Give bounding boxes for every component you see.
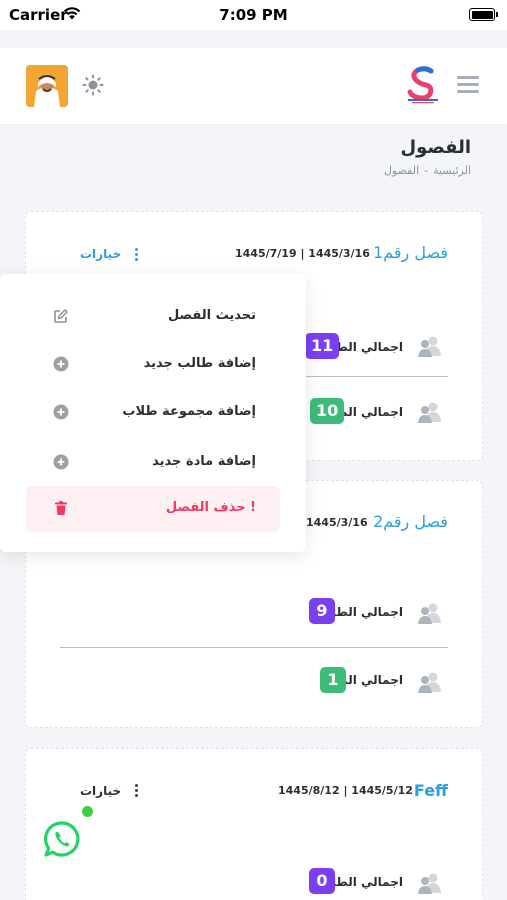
menu-item-label: إضافة مجموعة طلاب — [122, 404, 256, 419]
avatar[interactable] — [26, 65, 68, 107]
people-icon — [418, 672, 441, 693]
kebab-menu-icon[interactable] — [135, 248, 139, 262]
sun-icon[interactable] — [82, 74, 104, 96]
breadcrumb-separator: - — [424, 164, 429, 177]
plus-circle-icon — [53, 404, 69, 420]
class-name[interactable]: فصل رقم2 — [373, 512, 448, 531]
class-options-menu: تحديث الفصل إضافة طالب جديد إضافة مجموعة… — [0, 274, 306, 552]
status-bar: Carrier 7:09 PM — [0, 0, 507, 30]
class-name[interactable]: فصل رقم1 — [373, 243, 448, 262]
trash-icon — [55, 501, 67, 515]
whatsapp-icon[interactable] — [43, 820, 81, 858]
students-count-badge: 0 — [309, 868, 335, 894]
students-count-badge: 9 — [309, 598, 335, 624]
app-header — [0, 48, 507, 124]
battery-icon — [469, 8, 498, 21]
menu-item-update-class[interactable]: تحديث الفصل — [26, 294, 280, 340]
breadcrumb-home[interactable]: الرئيسية — [433, 164, 471, 177]
menu-item-label: إضافة مادة جديد — [152, 454, 256, 469]
class-card: Feff 1445/8/12 | 1445/5/12 خيارات اجمالي… — [25, 748, 483, 900]
students-count-badge: 11 — [305, 333, 340, 359]
breadcrumb-current: الفصول — [383, 164, 420, 177]
page-title: الفصول — [400, 137, 471, 158]
hamburger-menu-icon[interactable] — [457, 76, 479, 94]
menu-item-label: حذف الفصل ! — [165, 500, 256, 515]
class-dates: 1445/8/12 | 1445/5/12 — [278, 784, 413, 797]
plus-circle-icon — [53, 454, 69, 470]
divider — [60, 647, 448, 648]
online-indicator — [82, 806, 93, 817]
menu-item-add-student-group[interactable]: إضافة مجموعة طلاب — [26, 390, 280, 436]
class-dates: 1445/3/16 — [306, 516, 368, 529]
menu-item-label: تحديث الفصل — [167, 308, 256, 323]
subjects-count-badge: 10 — [310, 398, 345, 424]
people-icon — [418, 402, 441, 423]
menu-item-add-subject[interactable]: إضافة مادة جديد — [26, 440, 280, 486]
menu-item-add-student[interactable]: إضافة طالب جديد — [26, 342, 280, 388]
subjects-count-badge: 1 — [320, 667, 346, 693]
options-button[interactable]: خيارات — [80, 247, 121, 261]
breadcrumb: الرئيسية-الفصول — [384, 164, 471, 177]
school-logo — [407, 66, 438, 104]
menu-item-delete-class[interactable]: حذف الفصل ! — [26, 486, 280, 532]
menu-item-label: إضافة طالب جديد — [143, 356, 256, 371]
options-button[interactable]: خيارات — [80, 784, 121, 798]
people-icon — [418, 336, 441, 357]
class-name[interactable]: Feff — [414, 781, 448, 800]
clock: 7:09 PM — [219, 6, 288, 24]
edit-icon — [54, 309, 68, 323]
people-icon — [418, 603, 441, 624]
people-icon — [418, 873, 441, 894]
user-photo — [26, 65, 68, 107]
class-dates: 1445/7/19 | 1445/3/16 — [235, 247, 370, 260]
kebab-menu-icon[interactable] — [135, 784, 139, 798]
plus-circle-icon — [53, 356, 69, 372]
